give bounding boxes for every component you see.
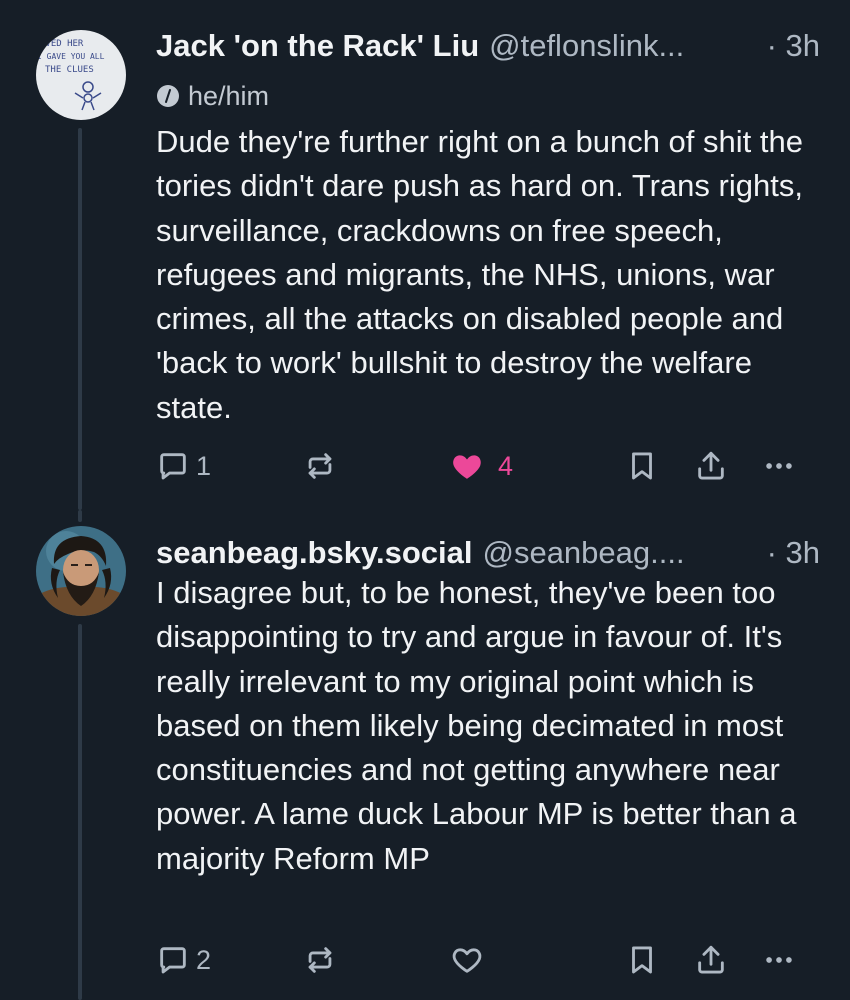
like-count: 4: [498, 450, 514, 481]
post-actions: 2: [0, 940, 850, 980]
avatar[interactable]: AVED HER I GAVE YOU ALL THE CLUES: [36, 30, 126, 120]
reply-count: 2: [196, 944, 212, 975]
avatar-text-line: AVED HER: [40, 39, 84, 49]
post-text: Dude they're further right on a bunch of…: [156, 124, 803, 425]
post-card[interactable]: seanbeag.bsky.social @seanbeag.... · 3h …: [0, 510, 850, 1000]
avatar-text-line: THE CLUES: [45, 65, 94, 75]
bookmark-icon: [632, 946, 652, 974]
share-icon: [698, 451, 724, 480]
repost-icon: [308, 947, 332, 973]
avatar-doodle-image: AVED HER I GAVE YOU ALL THE CLUES: [36, 30, 126, 120]
repost-button[interactable]: [303, 446, 337, 486]
reply-icon: [160, 947, 186, 974]
repost-button[interactable]: [303, 940, 337, 980]
reply-icon: [160, 453, 186, 480]
ellipsis-icon: [766, 463, 792, 469]
share-button[interactable]: [694, 940, 728, 980]
repost-icon: [308, 453, 332, 479]
ellipsis-icon: [766, 957, 792, 963]
author-handle[interactable]: @teflonslink...: [489, 28, 684, 64]
like-button[interactable]: 4: [450, 446, 513, 486]
bookmark-button[interactable]: [625, 940, 659, 980]
heart-filled-icon: [453, 455, 481, 479]
pronoun-badge-icon: [157, 85, 179, 107]
post-header: seanbeag.bsky.social @seanbeag.... · 3h: [156, 531, 820, 575]
bookmark-button[interactable]: [625, 446, 659, 486]
pronouns-row: he/him: [156, 78, 269, 114]
author-handle[interactable]: @seanbeag....: [482, 535, 684, 571]
post-time[interactable]: · 3h: [767, 28, 820, 64]
more-options-button[interactable]: [762, 940, 796, 980]
avatar-text-line: I GAVE YOU ALL: [37, 52, 105, 61]
post-text: I disagree but, to be honest, they've be…: [156, 575, 797, 876]
thread-line: [78, 510, 82, 522]
author-name[interactable]: Jack 'on the Rack' Liu: [156, 28, 479, 64]
heart-outline-icon: [452, 948, 482, 973]
avatar[interactable]: [36, 526, 126, 616]
pronouns-text: he/him: [188, 80, 270, 111]
author-name[interactable]: seanbeag.bsky.social: [156, 535, 472, 571]
post-time[interactable]: · 3h: [767, 535, 820, 571]
post-header: Jack 'on the Rack' Liu @teflonslink... ·…: [156, 24, 820, 68]
avatar-portrait-image: [36, 526, 126, 616]
post-card[interactable]: AVED HER I GAVE YOU ALL THE CLUES Jack '…: [0, 0, 850, 510]
reply-button[interactable]: 2: [156, 940, 211, 980]
reply-count: 1: [196, 450, 212, 481]
share-icon: [698, 945, 724, 974]
bookmark-icon: [632, 452, 652, 480]
share-button[interactable]: [694, 446, 728, 486]
more-options-button[interactable]: [762, 446, 796, 486]
reply-button[interactable]: 1: [156, 446, 211, 486]
like-button[interactable]: [450, 940, 484, 980]
post-actions: 1 4: [0, 446, 850, 486]
